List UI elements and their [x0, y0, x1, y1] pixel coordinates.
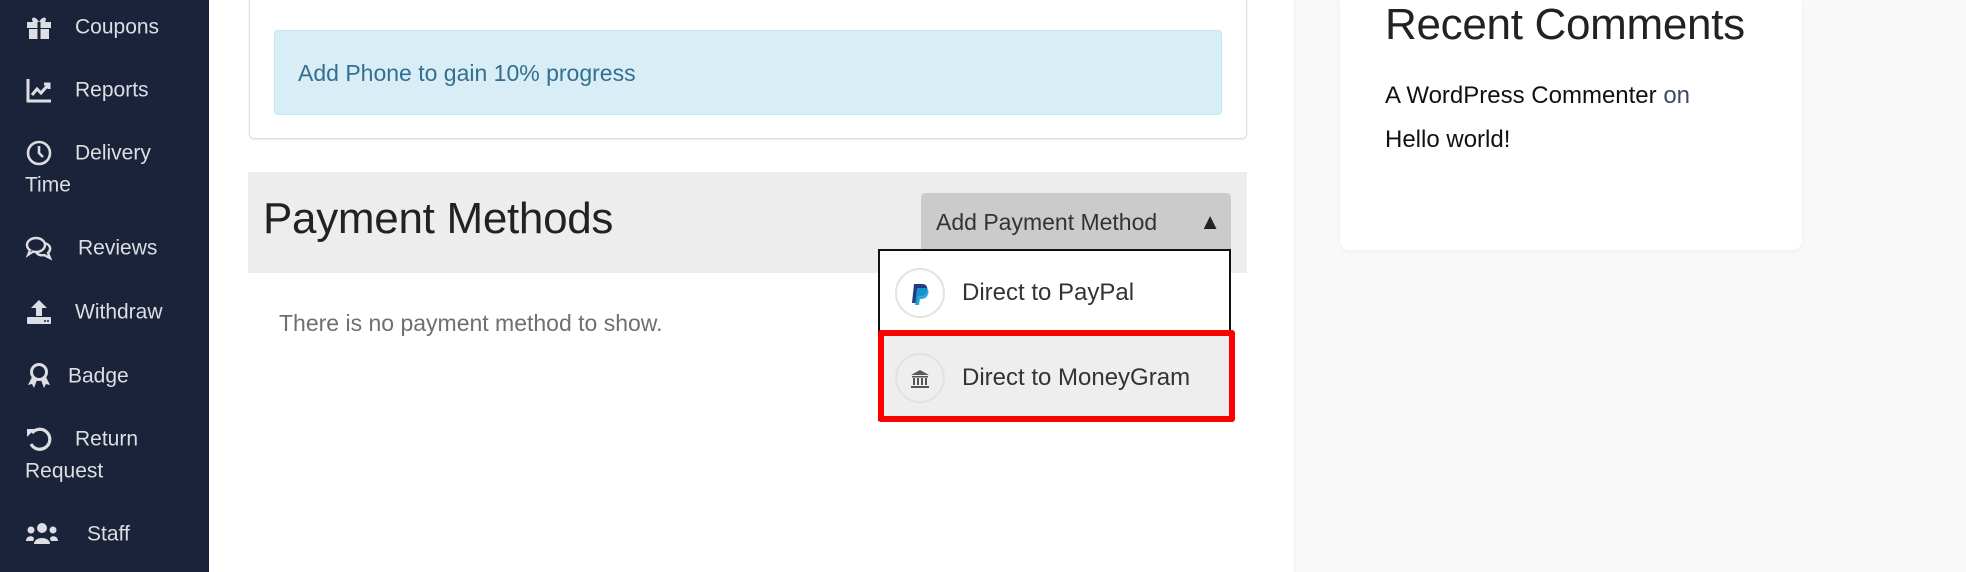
- add-payment-method-button[interactable]: Add Payment Method ▲: [921, 193, 1231, 251]
- payment-method-dropdown: Direct to PayPal Direct to MoneyGram: [878, 249, 1231, 421]
- add-payment-method-label: Add Payment Method: [936, 209, 1158, 235]
- clock-icon: [25, 139, 53, 167]
- sidebar-item-reports[interactable]: Reports: [25, 74, 205, 106]
- undo-icon: [25, 425, 53, 453]
- widget-title: Recent Comments: [1385, 0, 1745, 49]
- sidebar-item-badge[interactable]: Badge: [25, 360, 205, 392]
- comment-post-link[interactable]: Hello world!: [1385, 126, 1510, 153]
- dropdown-item-paypal[interactable]: Direct to PayPal: [880, 251, 1229, 334]
- upload-icon: [25, 298, 53, 326]
- right-sidebar: Recent Comments A WordPress Commenter on…: [1294, 0, 1966, 572]
- page-title: Payment Methods: [263, 194, 614, 243]
- sidebar-item-withdraw[interactable]: Withdraw: [25, 296, 205, 328]
- recent-comments-widget: Recent Comments A WordPress Commenter on…: [1340, 0, 1802, 250]
- sidebar-item-staff[interactable]: Staff: [25, 518, 205, 550]
- comment-connector: on: [1663, 82, 1691, 109]
- gift-icon: [25, 13, 53, 41]
- profile-progress-alert: Add Phone to gain 10% progress: [274, 30, 1222, 115]
- award-icon: [25, 362, 53, 390]
- recent-comment: A WordPress Commenter on: [1385, 82, 1690, 110]
- caret-up-icon: ▲: [1199, 209, 1221, 234]
- page: Coupons Reports Delivery Time Reviews Wi…: [0, 0, 1966, 572]
- sidebar-item-return-request[interactable]: Return Request: [25, 423, 205, 488]
- chart-line-icon: [25, 76, 53, 104]
- dropdown-item-moneygram[interactable]: Direct to MoneyGram: [880, 336, 1229, 419]
- empty-state-text: There is no payment method to show.: [279, 310, 663, 336]
- recent-comment-post: Hello world!: [1385, 126, 1510, 154]
- sidebar-item-coupons[interactable]: Coupons: [25, 11, 205, 43]
- sidebar-item-reviews[interactable]: Reviews: [25, 232, 205, 264]
- dashboard-sidebar: Coupons Reports Delivery Time Reviews Wi…: [0, 0, 209, 572]
- profile-progress-card: Add Phone to gain 10% progress: [249, 0, 1247, 139]
- comments-icon: [25, 234, 53, 262]
- users-icon: [25, 520, 59, 548]
- sidebar-item-delivery-time[interactable]: Delivery Time: [25, 137, 205, 202]
- bank-icon: [895, 353, 945, 403]
- comment-author-link[interactable]: A WordPress Commenter: [1385, 82, 1657, 109]
- paypal-icon: [895, 268, 945, 318]
